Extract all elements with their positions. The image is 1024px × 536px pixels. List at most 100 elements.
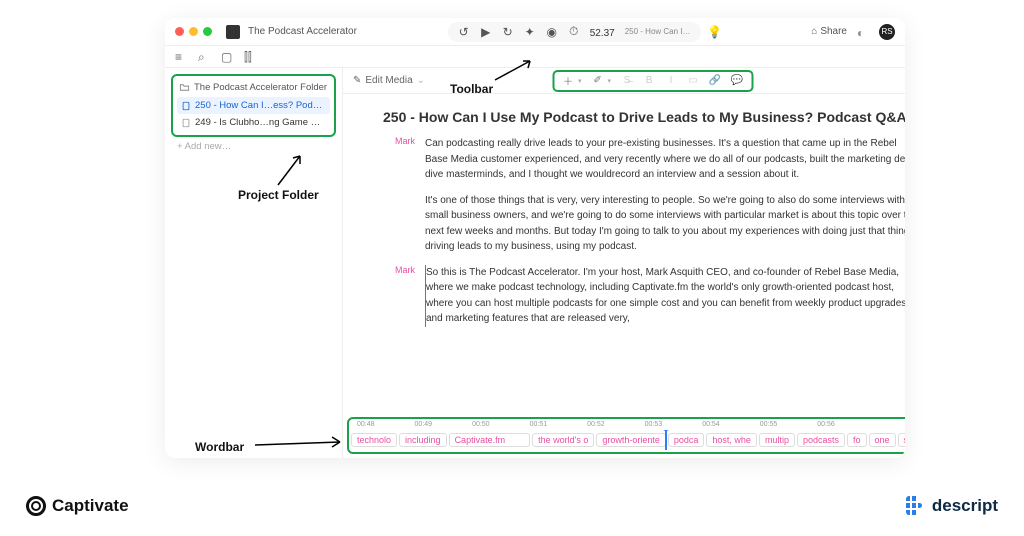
speaker-label[interactable]: Mark <box>383 136 415 183</box>
rewind-icon[interactable]: ↺ <box>458 26 470 38</box>
wordbar-highlight: 00:48 00:49 00:50 00:51 00:52 00:53 00:5… <box>347 417 905 454</box>
document-icon <box>181 101 191 111</box>
word-chip[interactable]: including <box>399 433 447 447</box>
editor: ✎ Edit Media ⌄ ＋▾ ✐▾ S̶ B I ▭ 🔗 💬 <box>343 68 905 458</box>
minimize-icon[interactable] <box>189 27 198 36</box>
arrow-icon <box>490 55 550 85</box>
annotation-wordbar: Wordbar <box>195 440 244 454</box>
descript-wordmark: descript <box>932 496 998 516</box>
annotation-toolbar: Toolbar <box>450 82 493 96</box>
wordbar-ruler: 00:48 00:49 00:50 00:51 00:52 00:53 00:5… <box>351 421 905 430</box>
playback-controls: ↺ ▶ ↻ ✦ ◉ ⏱ 52.37 250 - How Can I… <box>448 22 701 42</box>
ruler-tick: 00:51 <box>530 421 548 428</box>
file-label: 249 - Is Clubho…ng Game Changer- <box>195 117 326 128</box>
speaker-label[interactable] <box>383 193 415 255</box>
ruler-tick: 00:53 <box>645 421 663 428</box>
word-chip[interactable]: simple <box>898 433 905 447</box>
highlighter-icon[interactable]: ✐ <box>592 75 604 87</box>
lightbulb-icon[interactable]: 💡 <box>709 26 721 38</box>
ruler-tick: 00:50 <box>472 421 490 428</box>
home-icon: ⌂ <box>811 26 817 37</box>
document-scroll[interactable]: 250 - How Can I Use My Podcast to Drive … <box>343 94 905 417</box>
project-folder-box: The Podcast Accelerator Folder 250 - How… <box>171 74 336 137</box>
comment-icon[interactable]: 💬 <box>731 75 743 87</box>
paragraph-row: Mark Can podcasting really drive leads t… <box>383 136 905 183</box>
link-icon[interactable]: 🔗 <box>709 75 721 87</box>
main-area: The Podcast Accelerator Folder 250 - How… <box>165 68 905 458</box>
word-chip[interactable]: Captivate.fm <box>449 433 531 447</box>
document-icon <box>181 118 191 128</box>
avatar[interactable]: RS <box>879 24 895 40</box>
word-chip[interactable]: growth-oriente <box>596 433 666 447</box>
folder-header[interactable]: The Podcast Accelerator Folder <box>177 80 330 97</box>
playhead[interactable] <box>665 430 667 450</box>
word-chip[interactable]: technolo <box>351 433 397 447</box>
bold-icon[interactable]: B <box>643 75 655 87</box>
italic-icon[interactable]: I <box>665 75 677 87</box>
rect-icon[interactable]: ▭ <box>687 75 699 87</box>
strikethrough-icon[interactable]: S̶ <box>621 75 633 87</box>
close-icon[interactable] <box>175 27 184 36</box>
captivate-icon <box>26 496 46 516</box>
word-chip[interactable]: host, whe <box>706 433 757 447</box>
speaker-label[interactable]: Mark <box>383 265 415 327</box>
word-chip[interactable]: one <box>869 433 896 447</box>
paragraph-text[interactable]: Can podcasting really drive leads to you… <box>425 136 905 183</box>
paragraph-row: Mark So this is The Podcast Accelerator.… <box>383 265 905 327</box>
folder-name: The Podcast Accelerator Folder <box>194 82 327 93</box>
pencil-icon: ✎ <box>353 75 361 86</box>
wordbar[interactable]: technolo including Captivate.fm the worl… <box>351 430 905 450</box>
timer-icon[interactable]: ⏱ <box>568 26 580 38</box>
titlebar: The Podcast Accelerator ↺ ▶ ↻ ✦ ◉ ⏱ 52.3… <box>165 18 905 46</box>
file-item[interactable]: 249 - Is Clubho…ng Game Changer- <box>177 114 330 131</box>
app-icon <box>226 25 240 39</box>
maximize-icon[interactable] <box>203 27 212 36</box>
plus-icon[interactable]: ＋ <box>562 75 574 87</box>
help-icon[interactable]: ◐ <box>857 26 869 38</box>
edit-media-button[interactable]: ✎ Edit Media ⌄ <box>353 75 425 86</box>
paragraph-row: It's one of those things that is very, v… <box>383 193 905 255</box>
paragraph-text[interactable]: It's one of those things that is very, v… <box>425 193 905 255</box>
editor-toolbar: ✎ Edit Media ⌄ ＋▾ ✐▾ S̶ B I ▭ 🔗 💬 <box>343 68 905 94</box>
captivate-wordmark: Captivate <box>52 496 129 516</box>
word-chip[interactable]: podca <box>668 433 705 447</box>
app-title: The Podcast Accelerator <box>248 26 357 37</box>
forward-icon[interactable]: ↻ <box>502 26 514 38</box>
descript-logo: descript <box>906 496 998 516</box>
word-chip[interactable]: the world's o <box>532 433 594 447</box>
edit-media-label: Edit Media <box>365 75 412 86</box>
formatting-toolbar-highlight: ＋▾ ✐▾ S̶ B I ▭ 🔗 💬 <box>552 70 753 92</box>
ruler-tick: 00:56 <box>817 421 835 428</box>
settings-sparkle-icon[interactable]: ✦ <box>524 26 536 38</box>
play-icon[interactable]: ▶ <box>480 26 492 38</box>
file-label: 250 - How Can I…ess? Podcast Q&A <box>195 100 326 111</box>
paragraph-text[interactable]: So this is The Podcast Accelerator. I'm … <box>425 265 905 327</box>
share-label: Share <box>820 26 847 37</box>
window-controls[interactable] <box>175 27 212 36</box>
menu-icon[interactable]: ≡ <box>175 50 188 63</box>
record-icon[interactable]: ◉ <box>546 26 558 38</box>
search-icon[interactable]: ⌕ <box>198 50 211 63</box>
ruler-tick: 00:52 <box>587 421 605 428</box>
breadcrumb[interactable]: 250 - How Can I… <box>625 27 691 36</box>
ruler-tick: 00:54 <box>702 421 720 428</box>
clipboard-icon[interactable]: ▢ <box>221 50 234 63</box>
sidebar: The Podcast Accelerator Folder 250 - How… <box>165 68 343 458</box>
arrow-icon <box>270 150 320 190</box>
file-item[interactable]: 250 - How Can I…ess? Podcast Q&A <box>177 97 330 114</box>
share-button[interactable]: ⌂ Share <box>811 26 847 37</box>
document-title: 250 - How Can I Use My Podcast to Drive … <box>383 108 905 126</box>
playback-time: 52.37 <box>590 24 615 39</box>
word-chip[interactable]: podcasts <box>797 433 845 447</box>
captivate-logo: Captivate <box>26 496 129 516</box>
word-chip[interactable]: fo <box>847 433 867 447</box>
annotation-project-folder: Project Folder <box>238 188 319 202</box>
ruler-tick: 00:49 <box>415 421 433 428</box>
ruler-tick: 00:48 <box>357 421 375 428</box>
library-icon[interactable]: ⫿⫿ <box>244 50 257 63</box>
arrow-icon <box>250 430 350 455</box>
folder-icon <box>179 82 190 93</box>
ruler-tick: 00:55 <box>760 421 778 428</box>
descript-icon <box>906 496 926 516</box>
word-chip[interactable]: multip <box>759 433 795 447</box>
